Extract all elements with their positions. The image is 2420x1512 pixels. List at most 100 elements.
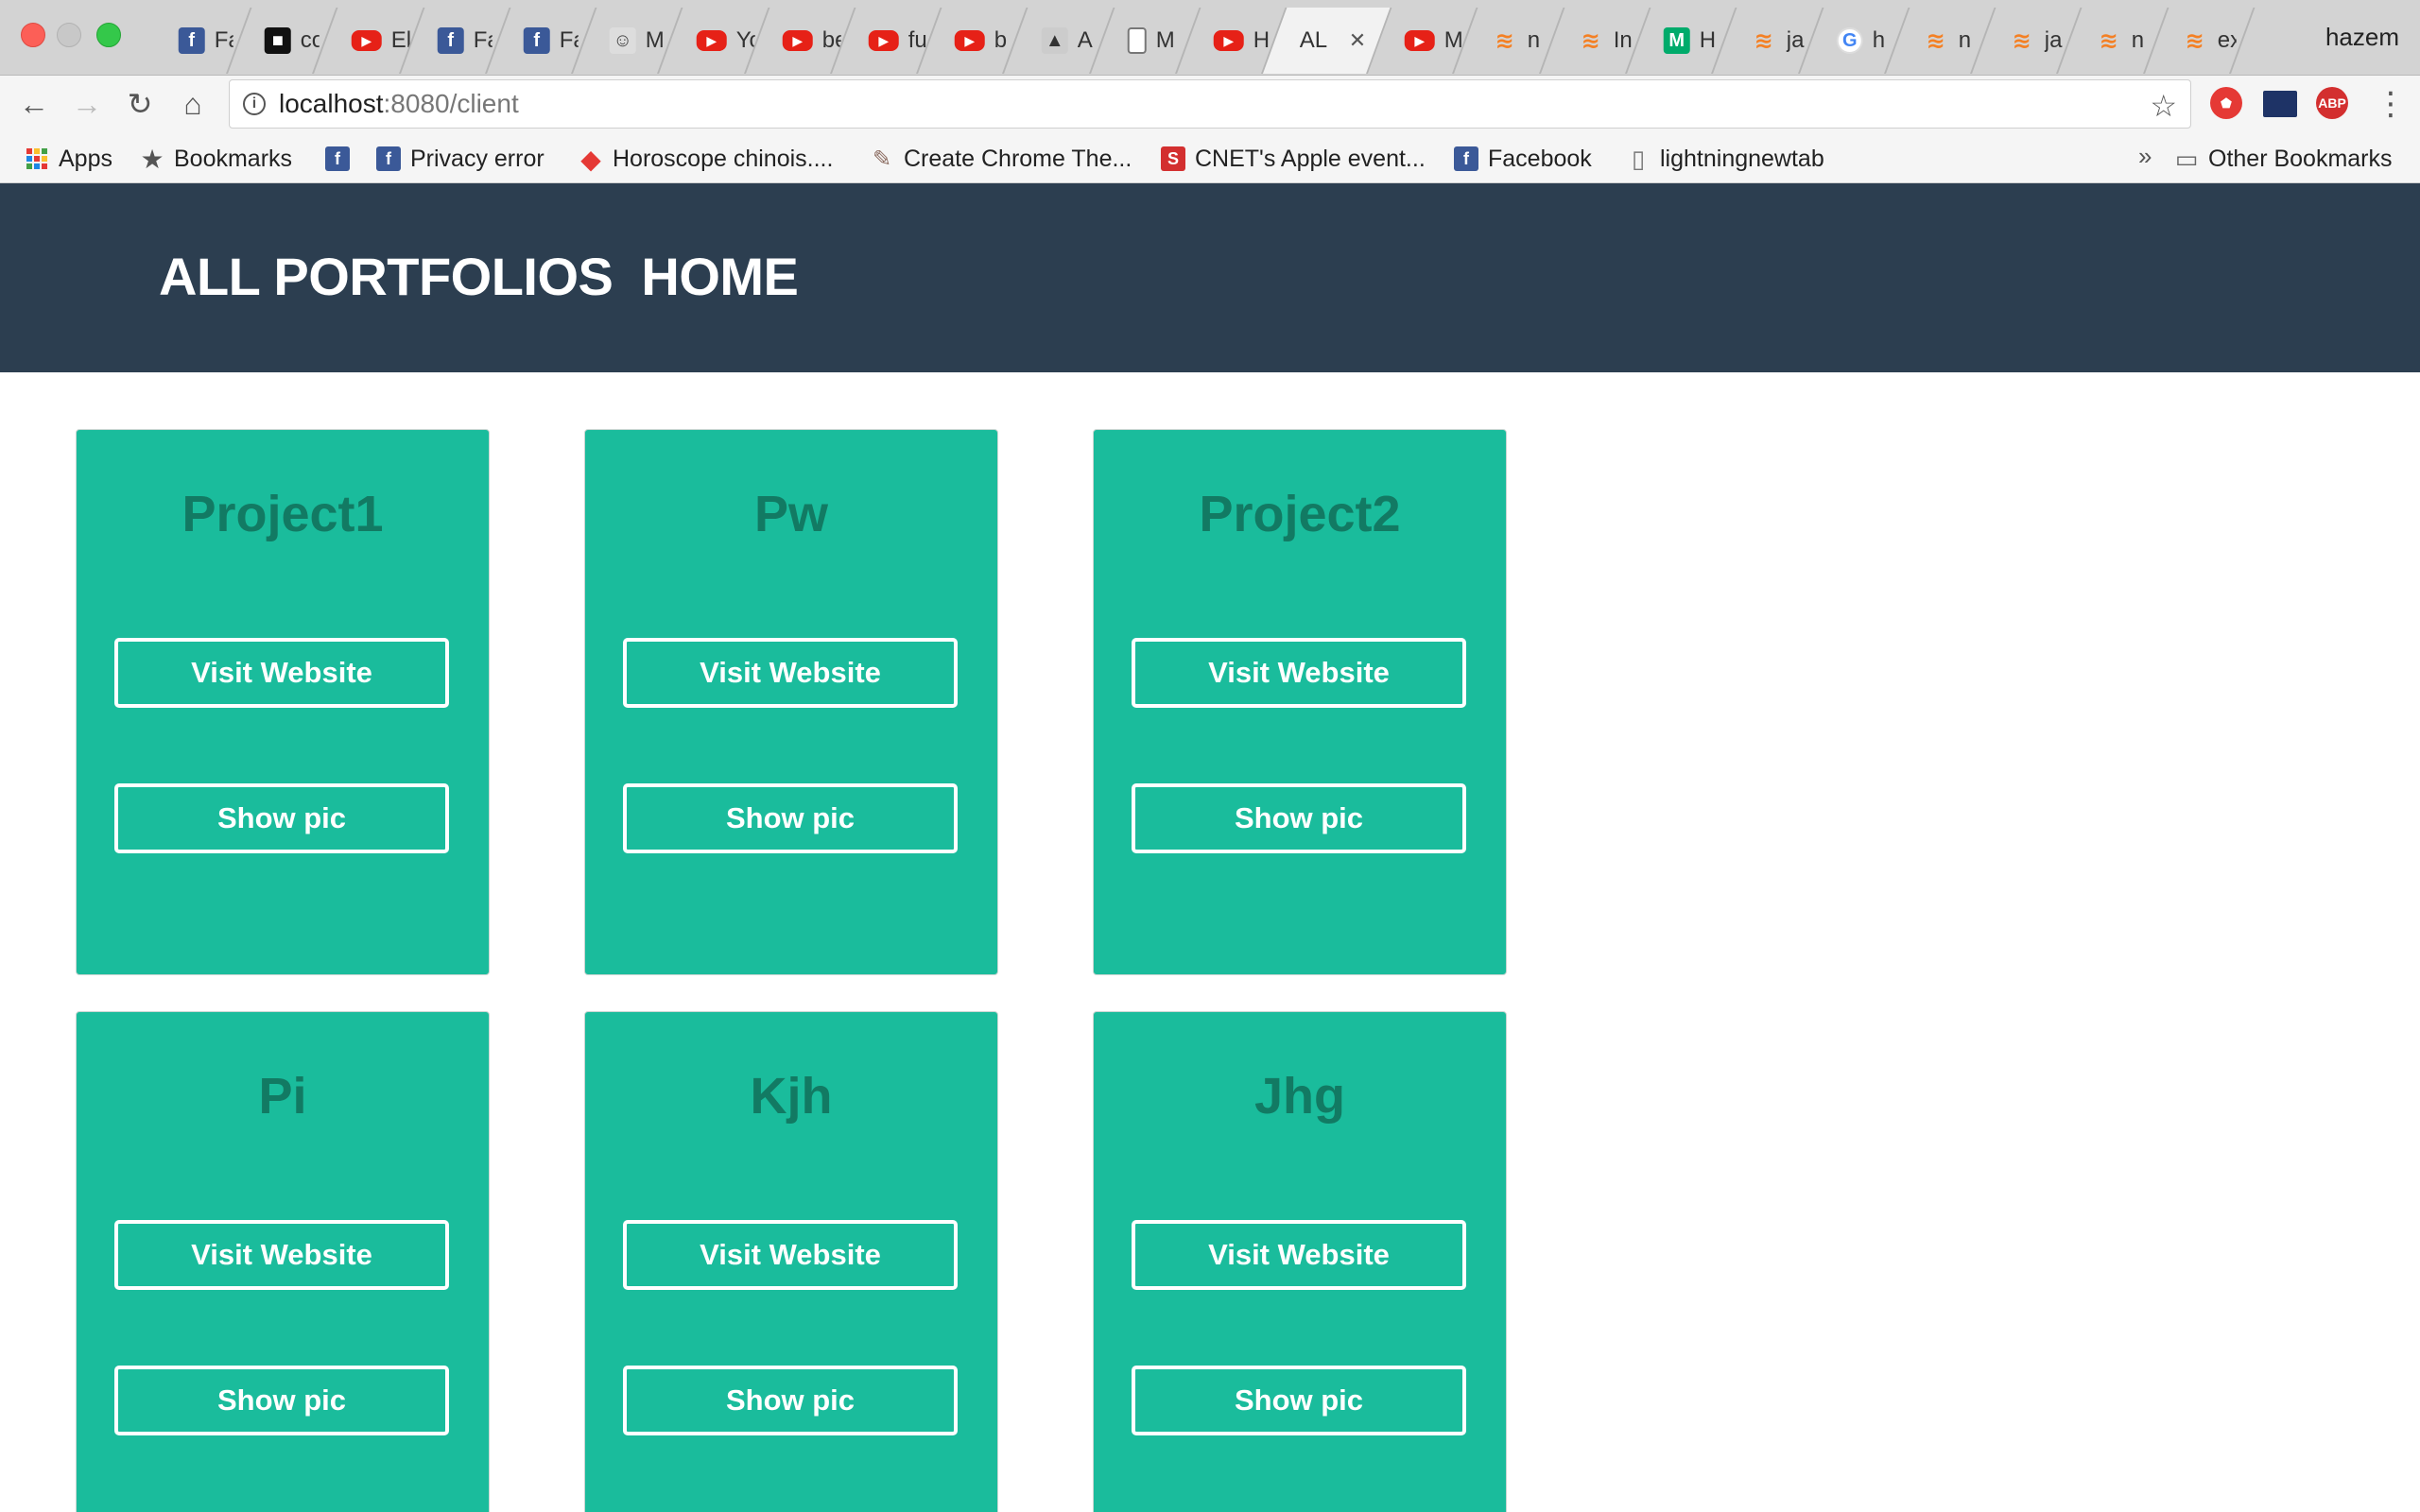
arrow-left-icon: ←: [19, 86, 49, 121]
show-pic-button[interactable]: Show pic: [623, 783, 958, 853]
stackoverflow-icon: ≋: [2185, 27, 2204, 54]
tab-title: h: [1872, 27, 1885, 53]
tab-title: A: [1077, 27, 1093, 53]
bookmark-facebook[interactable]: f Facebook: [1454, 140, 1592, 178]
tab-title: In: [1613, 27, 1633, 53]
all-portfolios-link[interactable]: ALL PORTFOLIOS: [159, 246, 614, 307]
arrow-right-icon: →: [72, 86, 102, 121]
bookmark-label: Privacy error: [410, 145, 544, 172]
bookmark-privacy-error[interactable]: f Privacy error: [376, 140, 544, 178]
dark-site-icon: ■: [265, 27, 292, 54]
visit-website-button[interactable]: Visit Website: [114, 1220, 449, 1290]
bookmark-star-icon[interactable]: ☆: [2150, 88, 2177, 124]
facebook-icon: f: [437, 27, 464, 54]
cnet-icon: S: [1161, 146, 1185, 171]
tab-strip: f Fa ■ co ▶ El f Fa f Fa ☺ M ▶ Yo ▶ be ▶ fu ▶ b ▲ A M ▶ H AL ✕ ▶ M ≋ n…: [0, 0, 2420, 76]
bookmark-apps[interactable]: Apps: [25, 140, 112, 178]
show-pic-button[interactable]: Show pic: [114, 1366, 449, 1435]
visit-website-button[interactable]: Visit Website: [623, 638, 958, 708]
project-card: Kjh Visit Website Show pic: [584, 1011, 998, 1512]
close-tab-icon[interactable]: ✕: [1349, 28, 1366, 53]
tab-content: ≋ ja: [1750, 27, 1805, 54]
visit-website-button[interactable]: Visit Website: [1132, 1220, 1466, 1290]
facebook-icon: f: [1454, 146, 1478, 171]
visit-website-button[interactable]: Visit Website: [114, 638, 449, 708]
document-icon: [1127, 27, 1147, 54]
bookmark-lightningnewtab[interactable]: ▯ lightningnewtab: [1626, 140, 1824, 178]
tab-content: ▶ El: [351, 27, 409, 54]
folder-icon: ▭: [2174, 144, 2199, 173]
project-card: Project1 Visit Website Show pic: [76, 429, 490, 975]
bookmarks-bar: Apps ★ Bookmarks f f Privacy error ◆ Hor…: [0, 134, 2420, 183]
site-title: ALL PORTFOLIOS HOME: [159, 246, 799, 307]
tab-title: M: [1155, 27, 1175, 53]
show-pic-button[interactable]: Show pic: [1132, 783, 1466, 853]
address-bar[interactable]: i localhost:8080/client ☆: [229, 79, 2191, 129]
info-icon[interactable]: i: [243, 93, 266, 115]
bookmark-label: Create Chrome The...: [904, 145, 1132, 172]
tab-title: ja: [2045, 27, 2063, 53]
bookmarks-overflow-button[interactable]: »: [2138, 142, 2152, 171]
facebook-icon: f: [178, 27, 205, 54]
bookmark-horoscope[interactable]: ◆ Horoscope chinois....: [579, 140, 833, 178]
home-link[interactable]: HOME: [641, 246, 799, 307]
project-title: Pi: [258, 1068, 307, 1125]
tab-title: ex: [2217, 27, 2237, 53]
tab-title: H: [1700, 27, 1717, 53]
home-button[interactable]: ⌂: [174, 85, 212, 123]
medium-icon: M: [1664, 27, 1691, 54]
visit-website-button[interactable]: Visit Website: [1132, 638, 1466, 708]
browser-menu-icon[interactable]: ⋮: [2375, 85, 2407, 123]
adblock-plus-icon[interactable]: ABP: [2316, 87, 2348, 119]
bookmark-facebook-blank[interactable]: f: [325, 140, 350, 178]
tab-title: M: [1444, 27, 1464, 53]
tab-content: Gh: [1836, 27, 1892, 54]
extension-shield-icon[interactable]: ⬟: [2210, 87, 2242, 119]
reload-button[interactable]: ↻: [121, 85, 159, 123]
bookmark-create-chrome-theme[interactable]: ✎ Create Chrome The...: [870, 140, 1132, 178]
browser-toolbar: ← → ↻ ⌂ i localhost:8080/client ☆ ⬟ ABP …: [0, 76, 2420, 134]
tab-content: ≋ ja: [2009, 27, 2064, 54]
other-bookmarks-folder[interactable]: ▭ Other Bookmarks: [2174, 140, 2393, 178]
youtube-icon: ▶: [696, 30, 727, 51]
tab-list: f Fa ■ co ▶ El f Fa f Fa ☺ M ▶ Yo ▶ be ▶ fu ▶ b ▲ A M ▶ H AL ✕ ▶ M ≋ n…: [142, 8, 2256, 76]
show-pic-button[interactable]: Show pic: [623, 1366, 958, 1435]
visit-website-button[interactable]: Visit Website: [623, 1220, 958, 1290]
face-icon: ☺: [610, 27, 637, 54]
apps-grid-icon: [25, 146, 49, 171]
diamond-icon: ◆: [580, 144, 601, 174]
stackoverflow-icon: ≋: [1581, 27, 1600, 54]
tab-content: ▶ H: [1213, 27, 1272, 54]
project-title: Kjh: [750, 1068, 833, 1125]
tab-title: n: [2131, 27, 2144, 53]
maximize-window-button[interactable]: [96, 23, 121, 47]
bookmark-bookmarks[interactable]: ★ Bookmarks: [140, 140, 292, 178]
tab-title: Yo: [735, 27, 755, 53]
tab-content: AL ✕: [1300, 27, 1366, 54]
tab-content: ▶ be: [782, 27, 841, 54]
tab-content: f Fa: [437, 27, 493, 54]
show-pic-button[interactable]: Show pic: [114, 783, 449, 853]
project-title: Pw: [753, 486, 829, 542]
stackoverflow-icon: ≋: [1754, 27, 1773, 54]
project-card: Project2 Visit Website Show pic: [1093, 429, 1507, 975]
tab-content: f Fa: [178, 27, 233, 54]
profile-name[interactable]: hazem: [2325, 23, 2399, 52]
tab-title: Fa: [473, 27, 493, 53]
forward-button[interactable]: →: [68, 85, 106, 123]
facebook-icon: f: [523, 27, 550, 54]
tab-title: fu: [908, 27, 927, 53]
extension-flag-icon[interactable]: [2263, 91, 2297, 117]
tab-title: AL: [1300, 27, 1328, 53]
close-window-button[interactable]: [21, 23, 45, 47]
bookmark-cnet[interactable]: S CNET's Apple event...: [1161, 140, 1426, 178]
show-pic-button[interactable]: Show pic: [1132, 1366, 1466, 1435]
stackoverflow-icon: ≋: [2099, 27, 2118, 54]
stackoverflow-icon: ≋: [1926, 27, 1945, 54]
reload-icon: ↻: [127, 87, 153, 121]
tab-title: be: [821, 27, 841, 53]
youtube-icon: ▶: [1405, 30, 1436, 51]
minimize-window-button[interactable]: [57, 23, 81, 47]
youtube-icon: ▶: [1213, 30, 1244, 51]
back-button[interactable]: ←: [15, 85, 53, 123]
